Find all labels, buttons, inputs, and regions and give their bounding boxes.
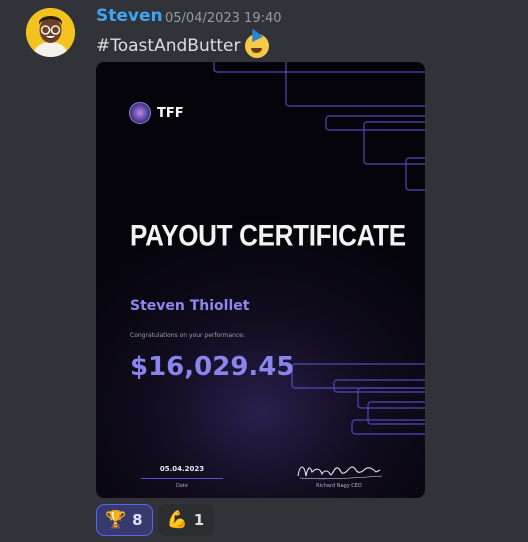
certificate-logo: TFF: [129, 102, 184, 124]
message-author[interactable]: Steven: [96, 6, 163, 26]
reactions-bar: 🏆 8 💪 1: [96, 504, 215, 536]
message-text: #ToastAndButter: [96, 34, 269, 58]
avatar-image: [26, 8, 75, 57]
certificate-amount: $16,029.45: [130, 352, 295, 382]
flexed-biceps-icon: 💪: [166, 509, 188, 530]
certificate-image[interactable]: TFF PAYOUT CERTIFICATE Steven Thiollet C…: [96, 62, 425, 498]
avatar[interactable]: [26, 8, 75, 57]
date-divider: [141, 478, 223, 479]
message-timestamp: 05/04/2023 19:40: [165, 11, 282, 26]
tff-logo-icon: [129, 102, 151, 124]
certificate-recipient: Steven Thiollet: [130, 298, 250, 314]
certificate-date: 05.04.2023: [159, 465, 205, 473]
certificate-signature-label: Richard Nagy CEO: [316, 483, 362, 489]
certificate-title: PAYOUT CERTIFICATE: [130, 218, 406, 253]
reaction-flexed-biceps[interactable]: 💪 1: [157, 504, 215, 536]
certificate-date-label: Date: [176, 483, 188, 489]
signature-scribble: [297, 466, 383, 480]
certificate-decoration: [213, 62, 425, 435]
partying-face-icon: [244, 34, 269, 58]
reaction-count: 8: [132, 511, 143, 529]
trophy-icon: 🏆: [105, 509, 127, 530]
message-text-content: #ToastAndButter: [96, 36, 241, 56]
reaction-trophy[interactable]: 🏆 8: [96, 504, 153, 536]
certificate-logo-text: TFF: [157, 105, 184, 121]
certificate-congrats: Congratulations on your performance:: [130, 332, 245, 339]
reaction-count: 1: [193, 511, 205, 529]
